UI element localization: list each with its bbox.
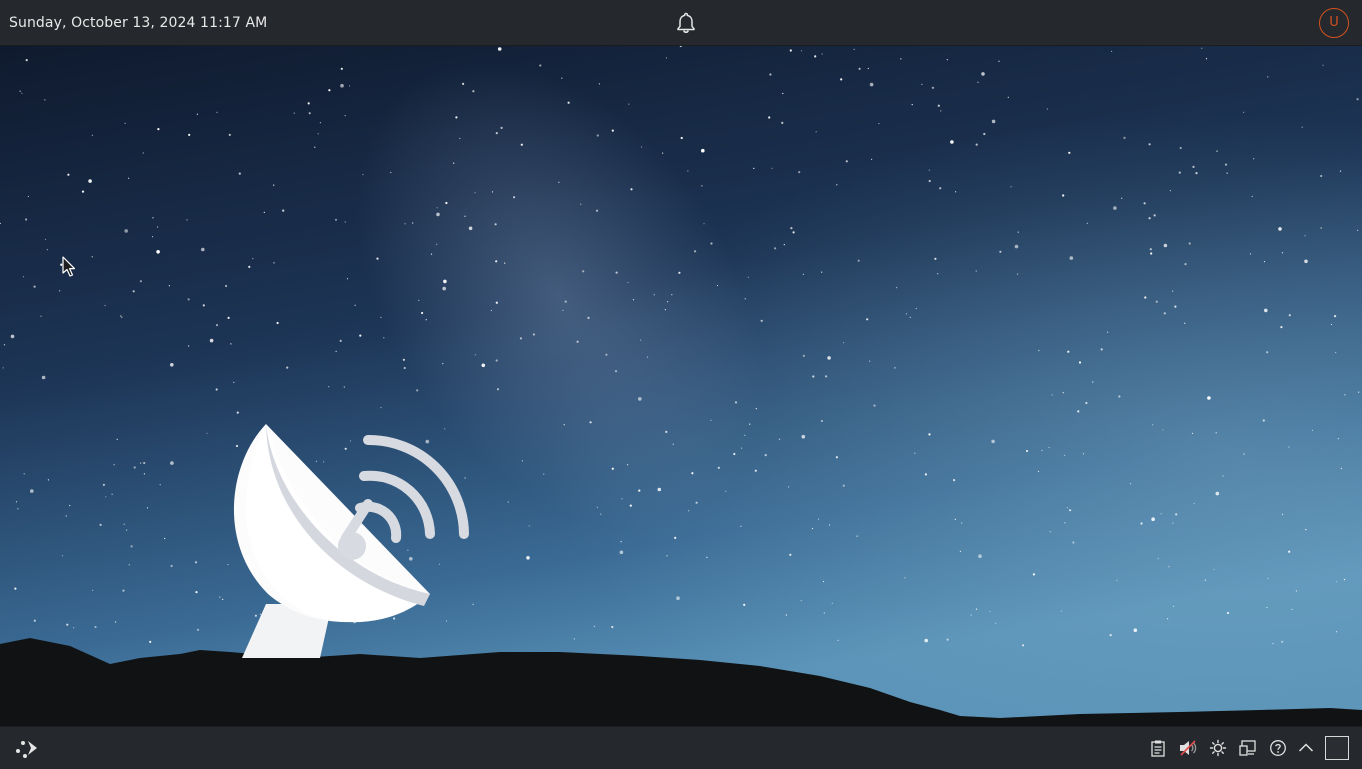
bell-icon[interactable] xyxy=(674,11,698,35)
satellite-dish-icon xyxy=(233,424,469,658)
volume-muted-icon[interactable] xyxy=(1177,737,1199,759)
app-launcher-icon[interactable] xyxy=(14,737,40,759)
top-panel: Sunday, October 13, 2024 11:17 AM U xyxy=(0,0,1362,46)
show-desktop-icon[interactable] xyxy=(1325,736,1349,760)
clipboard-icon[interactable] xyxy=(1147,737,1169,759)
starry-sky-wallpaper xyxy=(0,46,1362,726)
mouse-cursor-icon xyxy=(62,256,76,277)
brightness-icon[interactable] xyxy=(1207,737,1229,759)
clock-datetime[interactable]: Sunday, October 13, 2024 11:17 AM xyxy=(9,15,267,31)
bottom-taskbar xyxy=(0,726,1362,769)
desktop-wallpaper xyxy=(0,46,1362,726)
display-icon[interactable] xyxy=(1237,737,1259,759)
user-avatar[interactable]: U xyxy=(1319,8,1349,38)
expand-tray-icon[interactable] xyxy=(1295,737,1317,759)
help-icon[interactable] xyxy=(1267,737,1289,759)
